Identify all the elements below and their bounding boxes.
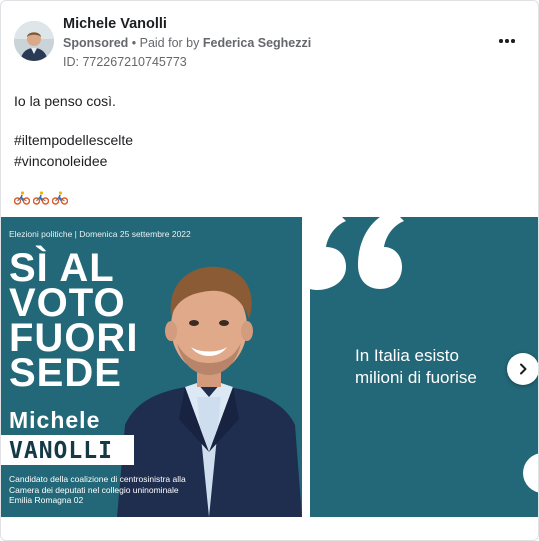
description-line: Candidato della coalizione di centrosini… [9, 474, 186, 484]
candidate-first-name: Michele [9, 407, 101, 433]
bicyclist-icon [14, 191, 30, 205]
ad-post-card: Michele Vanolli Sponsored • Paid for by … [0, 0, 539, 541]
carousel-slide-1[interactable]: Elezioni politiche | Domenica 25 settemb… [1, 217, 302, 517]
description-line: Camera dei deputati nel collegio uninomi… [9, 484, 179, 495]
sponsored-label: Sponsored [63, 36, 129, 50]
description-line: Emilia Romagna 02 [9, 495, 84, 505]
hashtag-link[interactable]: #iltempodellescelte [14, 132, 133, 148]
hashtag-link[interactable]: #vinconoleidee [14, 153, 107, 169]
sponsored-line: Sponsored • Paid for by Federica Seghezz… [63, 36, 311, 50]
post-text-line: Io la penso così. [14, 93, 116, 109]
payer-name: Federica Seghezzi [202, 36, 312, 50]
carousel-next-button[interactable] [507, 353, 538, 385]
image-carousel[interactable]: Elezioni politiche | Domenica 25 settemb… [1, 217, 538, 517]
election-header: Elezioni politiche | Domenica 25 settemb… [9, 229, 191, 239]
candidate-last-name: VANOLLI [9, 438, 113, 464]
more-options-button[interactable] [495, 31, 519, 51]
chevron-right-icon [520, 363, 527, 375]
more-dot-icon [499, 39, 503, 43]
ad-id: ID: 772267210745773 [63, 55, 187, 69]
decorative-circle [523, 453, 538, 493]
quote-marks-icon [310, 217, 404, 291]
paid-for-prefix: • Paid for by [128, 36, 203, 50]
avatar[interactable] [14, 21, 54, 61]
more-dot-icon [511, 39, 515, 43]
more-dot-icon [505, 39, 509, 43]
page-name[interactable]: Michele Vanolli [63, 16, 167, 32]
emoji-row [14, 191, 68, 205]
bicyclist-icon [52, 191, 68, 205]
carousel-slide-2[interactable]: In Italia esisto milioni di fuorise [310, 217, 538, 517]
bicyclist-icon [33, 191, 49, 205]
candidate-description: Candidato della coalizione di centrosini… [9, 474, 199, 506]
